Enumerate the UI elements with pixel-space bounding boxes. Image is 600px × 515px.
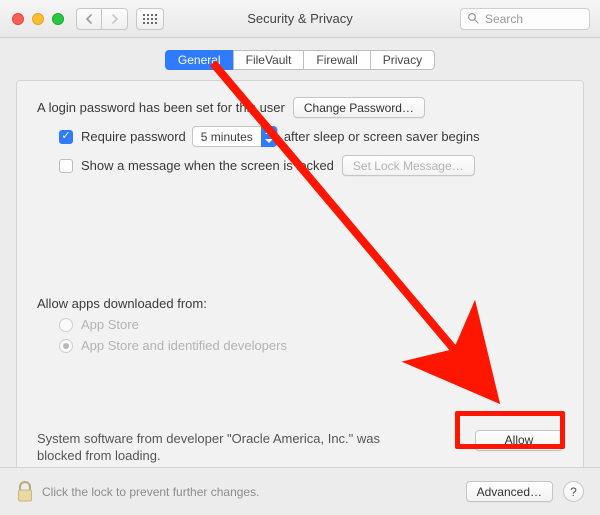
stepper-icon bbox=[261, 126, 277, 147]
show-message-label: Show a message when the screen is locked bbox=[81, 158, 334, 173]
tab-filevault[interactable]: FileVault bbox=[233, 50, 305, 70]
require-password-label: Require password bbox=[81, 129, 186, 144]
require-password-delay-select[interactable]: 5 minutes bbox=[192, 126, 278, 147]
show-message-checkbox[interactable] bbox=[59, 159, 73, 173]
login-password-text: A login password has been set for this u… bbox=[37, 100, 285, 115]
show-all-button[interactable] bbox=[136, 8, 164, 30]
lock-text: Click the lock to prevent further change… bbox=[42, 485, 259, 499]
minimize-icon[interactable] bbox=[32, 13, 44, 25]
radio-app-store-label: App Store bbox=[81, 317, 139, 332]
lock-icon[interactable] bbox=[16, 480, 34, 504]
general-panel: A login password has been set for this u… bbox=[16, 80, 584, 480]
forward-button[interactable] bbox=[102, 8, 128, 30]
radio-identified-label: App Store and identified developers bbox=[81, 338, 287, 353]
tabs: General FileVault Firewall Privacy bbox=[0, 50, 600, 70]
require-password-delay-value: 5 minutes bbox=[201, 130, 253, 144]
search-icon bbox=[467, 12, 479, 26]
tab-general[interactable]: General bbox=[165, 50, 234, 70]
radio-icon bbox=[59, 339, 73, 353]
back-button[interactable] bbox=[76, 8, 102, 30]
search-field[interactable] bbox=[460, 8, 590, 30]
allow-apps-header: Allow apps downloaded from: bbox=[37, 296, 563, 311]
require-password-checkbox[interactable] bbox=[59, 130, 73, 144]
tab-firewall[interactable]: Firewall bbox=[303, 50, 370, 70]
allow-button[interactable]: Allow bbox=[475, 430, 563, 451]
tab-privacy[interactable]: Privacy bbox=[370, 50, 435, 70]
close-icon[interactable] bbox=[12, 13, 24, 25]
set-lock-message-button: Set Lock Message… bbox=[342, 155, 475, 176]
radio-icon bbox=[59, 318, 73, 332]
blocked-software-text: System software from developer "Oracle A… bbox=[37, 430, 417, 465]
titlebar: Security & Privacy bbox=[0, 0, 600, 38]
search-input[interactable] bbox=[483, 11, 583, 27]
nav-back-forward[interactable] bbox=[76, 8, 128, 30]
radio-app-store: App Store bbox=[37, 317, 563, 332]
window-controls bbox=[0, 13, 64, 25]
help-button[interactable]: ? bbox=[563, 481, 584, 502]
require-password-tail: after sleep or screen saver begins bbox=[284, 129, 480, 144]
grid-icon bbox=[143, 14, 157, 24]
advanced-button[interactable]: Advanced… bbox=[466, 481, 553, 502]
zoom-icon[interactable] bbox=[52, 13, 64, 25]
radio-identified-developers: App Store and identified developers bbox=[37, 338, 563, 353]
bottom-bar: Click the lock to prevent further change… bbox=[0, 467, 600, 515]
change-password-button[interactable]: Change Password… bbox=[293, 97, 425, 118]
